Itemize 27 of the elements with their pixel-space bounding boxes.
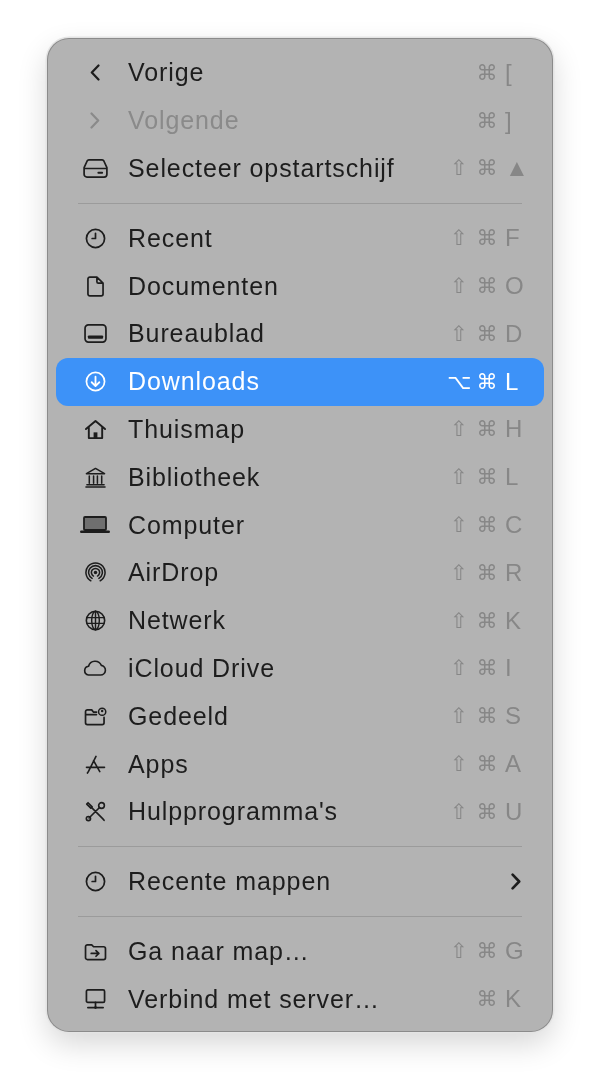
keyboard-shortcut: ⌘ [ <box>475 58 513 87</box>
columns-building-icon <box>84 466 106 488</box>
clock-icon <box>84 227 106 249</box>
menu-item[interactable]: Vorige ⌘ [ <box>56 49 544 97</box>
house-icon <box>83 418 107 440</box>
document-icon <box>86 275 104 297</box>
chevron-right-icon <box>511 873 521 891</box>
a-shape-icon <box>84 754 106 774</box>
clock-icon <box>84 871 106 893</box>
hard-drive-icon <box>82 159 108 178</box>
download-icon <box>84 371 106 393</box>
cloud-icon <box>83 660 107 677</box>
folder-arrow-icon <box>83 941 107 961</box>
keyboard-shortcut: ⇧ ⌘ ▲ <box>449 154 529 183</box>
chevron-left-icon <box>90 64 100 82</box>
monitor-icon <box>84 988 106 1010</box>
screen-icon <box>83 324 107 344</box>
chevron-right-icon <box>90 112 100 130</box>
menu-item[interactable]: Recente mappen <box>56 857 544 906</box>
keyboard-shortcut: ⌘ ] <box>475 106 513 135</box>
laptop-icon <box>80 516 110 535</box>
broadcast-rings-icon <box>84 562 106 584</box>
keyboard-shortcut: ⌥ ⌘ L <box>445 367 520 396</box>
menu-item[interactable]: Selecteer opstartschijf ⇧ ⌘ ▲ <box>56 144 544 193</box>
folder-person-icon <box>83 706 107 726</box>
globe-icon <box>84 610 106 632</box>
wrench-screwdriver-icon <box>84 801 106 823</box>
